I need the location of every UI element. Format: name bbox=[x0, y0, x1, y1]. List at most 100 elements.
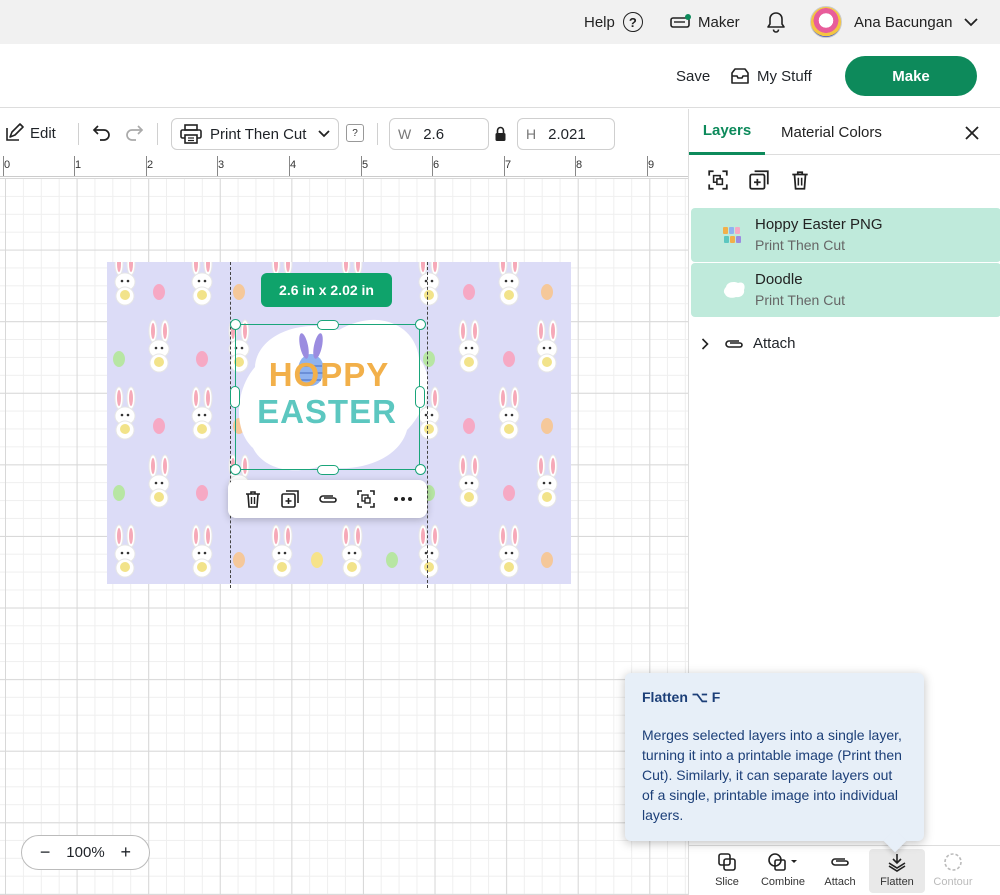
bell-icon bbox=[766, 11, 786, 33]
operation-help-button[interactable]: ? bbox=[346, 124, 364, 142]
redo-icon bbox=[124, 123, 144, 141]
resize-handle[interactable] bbox=[230, 319, 241, 330]
ruler-tick bbox=[217, 156, 218, 176]
zoom-out-button[interactable]: − bbox=[40, 842, 51, 863]
ruler-tick bbox=[3, 156, 4, 176]
height-value: 2.021 bbox=[548, 125, 586, 143]
machine-label: Maker bbox=[698, 13, 740, 31]
machine-selector[interactable]: Maker bbox=[670, 0, 740, 44]
width-field[interactable]: W 2.6 bbox=[389, 118, 489, 150]
tab-material-colors[interactable]: Material Colors bbox=[781, 109, 882, 155]
ruler-tick bbox=[146, 156, 147, 176]
group-icon[interactable] bbox=[356, 489, 376, 509]
resize-handle[interactable] bbox=[230, 386, 240, 408]
help-link[interactable]: Help ? bbox=[584, 0, 643, 44]
ruler-tick bbox=[361, 156, 362, 176]
tab-layers[interactable]: Layers bbox=[689, 109, 765, 155]
layer-operation: Print Then Cut bbox=[755, 237, 846, 253]
selection-box[interactable] bbox=[235, 324, 420, 470]
ruler-tick bbox=[575, 156, 576, 176]
attach-button[interactable]: Attach bbox=[812, 852, 868, 888]
ruler-tick-label: 7 bbox=[505, 159, 512, 171]
flatten-tooltip: Flatten ⌥ F Merges selected layers into … bbox=[625, 673, 924, 841]
ruler-tick-label: 3 bbox=[218, 159, 225, 171]
layer-thumbnail bbox=[721, 279, 747, 301]
trash-icon[interactable] bbox=[243, 489, 263, 509]
attach-label: Attach bbox=[824, 876, 856, 888]
layer-operation: Print Then Cut bbox=[755, 292, 846, 308]
edit-label: Edit bbox=[30, 124, 56, 142]
my-stuff-button[interactable]: My Stuff bbox=[730, 44, 812, 108]
layer-row[interactable]: Doodle Print Then Cut bbox=[691, 263, 1000, 317]
resize-handle[interactable] bbox=[230, 464, 241, 475]
flatten-icon bbox=[887, 852, 907, 872]
chevron-down-icon bbox=[964, 17, 979, 27]
operation-label: Print Then Cut bbox=[210, 125, 307, 143]
divider bbox=[157, 123, 158, 145]
make-button[interactable]: Make bbox=[845, 56, 977, 96]
height-field[interactable]: H 2.021 bbox=[517, 118, 615, 150]
ruler-tick-label: 6 bbox=[433, 159, 440, 171]
zoom-control: − 100% + bbox=[21, 835, 150, 870]
ruler-tick-label: 0 bbox=[4, 159, 11, 171]
quick-actions-bar bbox=[228, 480, 427, 518]
dimension-badge: 2.6 in x 2.02 in bbox=[261, 273, 392, 307]
attach-group-row[interactable]: Attach bbox=[701, 335, 796, 352]
chevron-right-icon[interactable] bbox=[701, 337, 709, 350]
duplicate-icon[interactable] bbox=[748, 169, 770, 191]
resize-handle[interactable] bbox=[415, 319, 426, 330]
height-label: H bbox=[526, 126, 537, 142]
more-options-icon[interactable] bbox=[393, 496, 413, 502]
operation-select[interactable]: Print Then Cut bbox=[171, 118, 339, 150]
attach-icon[interactable] bbox=[317, 492, 339, 506]
my-stuff-label: My Stuff bbox=[757, 67, 812, 85]
top-bar: Help ? Maker Ana Bacungan bbox=[0, 0, 1000, 44]
combine-button[interactable]: Combine bbox=[755, 852, 811, 888]
zoom-level: 100% bbox=[66, 844, 105, 861]
ruler-tick-label: 9 bbox=[648, 159, 655, 171]
slice-button[interactable]: Slice bbox=[699, 852, 755, 888]
action-bar: Save My Stuff Make bbox=[0, 44, 1000, 108]
duplicate-icon[interactable] bbox=[280, 489, 300, 509]
resize-handle[interactable] bbox=[317, 465, 339, 475]
width-value: 2.6 bbox=[423, 125, 445, 143]
layer-name: Hoppy Easter PNG bbox=[755, 216, 883, 233]
close-icon[interactable] bbox=[964, 125, 980, 141]
user-menu[interactable]: Ana Bacungan bbox=[810, 0, 979, 44]
zoom-in-button[interactable]: + bbox=[121, 842, 132, 863]
group-icon[interactable] bbox=[707, 169, 729, 191]
ruler-tick-label: 5 bbox=[362, 159, 369, 171]
width-label: W bbox=[398, 126, 412, 142]
alignment-guide bbox=[427, 262, 428, 588]
contour-button[interactable]: Contour bbox=[925, 852, 981, 888]
flatten-button[interactable]: Flatten bbox=[869, 849, 925, 893]
panel-tabs: Layers Material Colors bbox=[689, 109, 1000, 155]
slice-icon bbox=[717, 852, 737, 872]
resize-handle[interactable] bbox=[415, 386, 425, 408]
combine-label: Combine bbox=[760, 876, 806, 888]
layer-thumbnail bbox=[721, 224, 747, 246]
save-button[interactable]: Save bbox=[676, 44, 710, 108]
maker-machine-icon bbox=[670, 14, 692, 30]
edit-menu-button[interactable]: Edit bbox=[4, 109, 56, 157]
resize-handle[interactable] bbox=[415, 464, 426, 475]
ruler-tick bbox=[74, 156, 75, 176]
undo-button[interactable] bbox=[92, 123, 112, 141]
ruler-tick bbox=[647, 156, 648, 176]
undo-icon bbox=[92, 123, 112, 141]
notifications-button[interactable] bbox=[766, 0, 786, 44]
ruler-tick bbox=[432, 156, 433, 176]
edit-icon bbox=[4, 123, 24, 143]
trash-icon[interactable] bbox=[789, 169, 811, 191]
ruler-tick-label: 1 bbox=[75, 159, 82, 171]
layer-tools bbox=[707, 169, 811, 191]
slice-label: Slice bbox=[715, 876, 739, 888]
alignment-guide bbox=[230, 262, 231, 588]
user-name: Ana Bacungan bbox=[854, 13, 953, 31]
lock-icon[interactable] bbox=[494, 126, 507, 142]
layer-row[interactable]: Hoppy Easter PNG Print Then Cut bbox=[691, 208, 1000, 262]
bottom-tools: Slice Combine Attach Flatten Contour bbox=[689, 845, 1000, 895]
resize-handle[interactable] bbox=[317, 320, 339, 330]
horizontal-ruler: 0 1 2 3 4 5 6 7 8 9 bbox=[0, 156, 688, 177]
redo-button[interactable] bbox=[124, 123, 144, 141]
